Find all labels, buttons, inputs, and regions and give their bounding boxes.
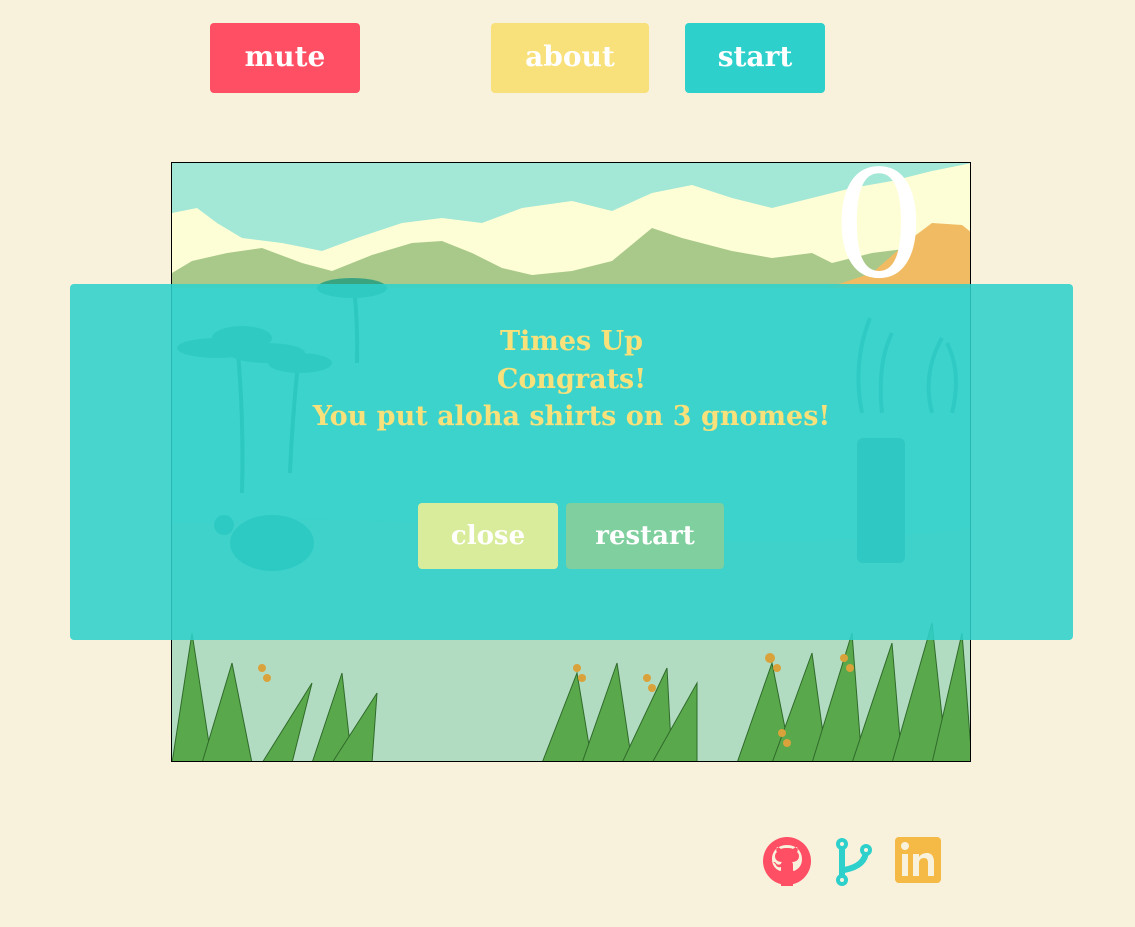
git-branch-icon[interactable] <box>832 836 876 888</box>
modal-result-message: You put aloha shirts on 3 gnomes! <box>312 401 831 432</box>
score-display: 0 <box>831 162 926 311</box>
times-up-modal: Times Up Congrats! You put aloha shirts … <box>70 284 1073 640</box>
github-icon[interactable] <box>762 836 812 886</box>
modal-title: Times Up <box>499 326 644 357</box>
restart-button[interactable]: restart <box>566 503 724 569</box>
about-button[interactable]: about <box>491 23 649 93</box>
start-button[interactable]: start <box>685 23 825 93</box>
modal-congrats: Congrats! <box>496 364 647 395</box>
close-button[interactable]: close <box>418 503 558 569</box>
mute-button[interactable]: mute <box>210 23 360 93</box>
linkedin-icon[interactable] <box>895 836 941 884</box>
